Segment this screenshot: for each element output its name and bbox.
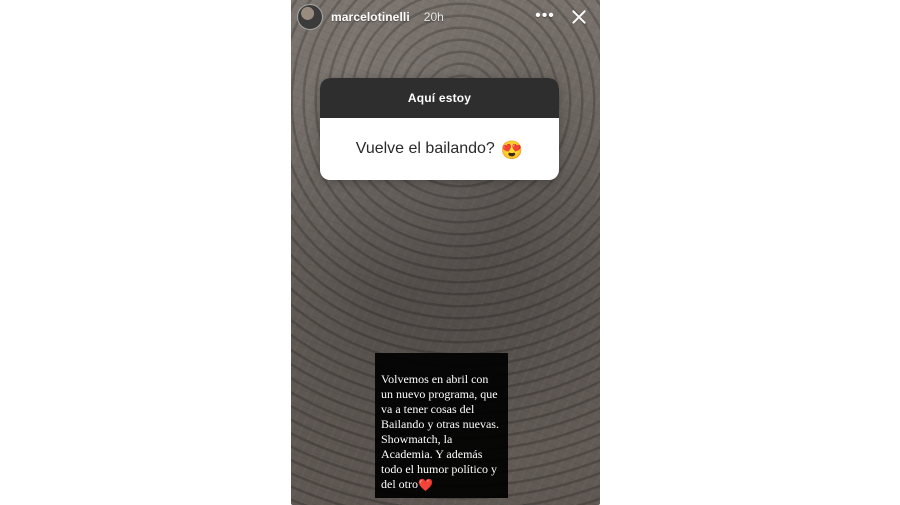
username[interactable]: marcelotinelli — [331, 10, 410, 24]
story-user[interactable]: marcelotinelli 20h — [297, 4, 444, 30]
story-viewer[interactable]: marcelotinelli 20h ••• Aquí estoy Vuelve… — [291, 0, 600, 505]
avatar[interactable] — [297, 4, 323, 30]
question-sticker[interactable]: Aquí estoy Vuelve el bailando? 😍 — [320, 78, 559, 180]
close-icon-glyph — [570, 8, 588, 26]
caption-text: Volvemos en abril con un nuevo programa,… — [381, 372, 499, 491]
caption-box: Volvemos en abril con un nuevo programa,… — [375, 353, 508, 498]
more-icon-glyph: ••• — [535, 7, 555, 24]
post-time: 20h — [423, 10, 444, 24]
question-body: Vuelve el bailando? 😍 — [320, 118, 559, 180]
question-header: Aquí estoy — [320, 78, 559, 118]
heart-icon: ❤️ — [418, 478, 433, 492]
heart-eyes-emoji: 😍 — [500, 140, 524, 160]
more-icon[interactable]: ••• — [534, 6, 556, 28]
question-text: Vuelve el bailando? — [355, 140, 495, 157]
canvas: marcelotinelli 20h ••• Aquí estoy Vuelve… — [0, 0, 900, 505]
close-icon[interactable] — [568, 6, 590, 28]
story-top-bar: marcelotinelli 20h ••• — [291, 0, 600, 34]
story-actions: ••• — [534, 6, 590, 28]
